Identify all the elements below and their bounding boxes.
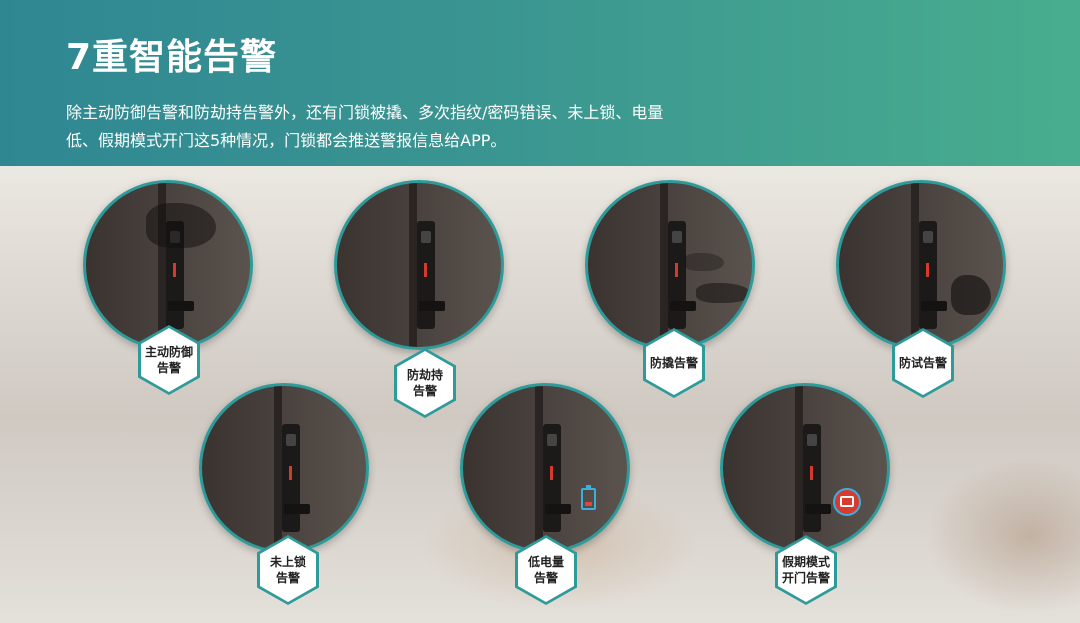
alert-label-line2: 告警	[412, 384, 437, 398]
alert-label-line1: 假期模式	[781, 555, 830, 569]
lock-photo	[199, 383, 369, 553]
alert-card-anti-hijack: 防劫持 告警	[334, 180, 504, 418]
lock-photo	[83, 180, 253, 350]
alert-card-holiday-mode: 假期模式 开门告警	[720, 383, 890, 613]
alert-label-hexagon: 防劫持 告警	[394, 348, 456, 418]
alert-card-anti-pry: 防撬告警	[585, 180, 755, 410]
alert-label-line1: 主动防御	[144, 345, 193, 359]
lock-photo	[720, 383, 890, 553]
alert-label-line2: 告警	[533, 571, 558, 585]
lock-photo	[836, 180, 1006, 350]
alert-label-line1: 防试告警	[898, 356, 947, 370]
lock-photo	[334, 180, 504, 350]
alert-label-line2: 告警	[156, 361, 181, 375]
alert-label-line1: 防劫持	[406, 368, 443, 382]
lock-photo	[460, 383, 630, 553]
alert-label-line1: 低电量	[527, 555, 564, 569]
alert-card-low-battery: 低电量 告警	[460, 383, 630, 613]
alert-label-line1: 未上锁	[269, 555, 306, 569]
page-title: 7重智能告警	[66, 37, 278, 78]
alert-card-anti-trial: 防试告警	[836, 180, 1006, 410]
alert-card-unlocked: 未上锁 告警	[199, 383, 369, 613]
alert-card-active-defense: 主动防御 告警	[83, 180, 253, 410]
lock-photo	[585, 180, 755, 350]
battery-low-icon	[581, 485, 596, 510]
header-banner: 7重智能告警 除主动防御告警和防劫持告警外，还有门锁被撬、多次指纹/密码错误、未…	[0, 0, 1080, 166]
alert-label-line2: 开门告警	[781, 571, 830, 585]
page-description: 除主动防御告警和防劫持告警外，还有门锁被撬、多次指纹/密码错误、未上锁、电量低、…	[66, 103, 664, 150]
alert-label-line2: 告警	[275, 571, 300, 585]
holiday-mode-icon	[833, 488, 861, 516]
alert-label-line1: 防撬告警	[649, 356, 698, 370]
